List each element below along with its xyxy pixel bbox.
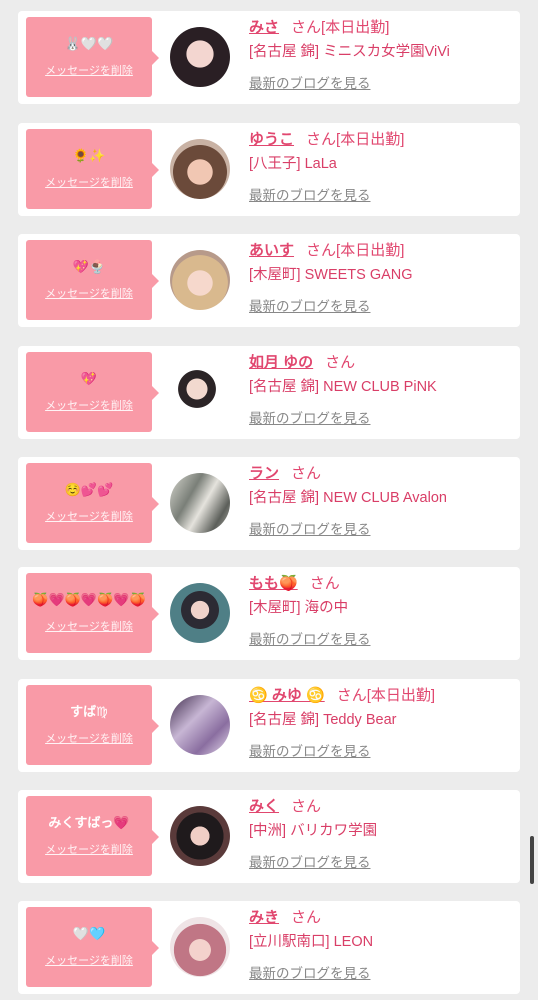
message-bubble: 🌻✨ メッセージを削除 <box>26 129 159 209</box>
message-text: 💖 <box>80 372 98 387</box>
honorific: さん <box>291 909 322 926</box>
message-text: 🍑💗🍑💗🍑💗🍑 <box>32 593 146 608</box>
honorific: さん <box>306 131 337 148</box>
cast-name-link[interactable]: 如月 ゆの <box>249 354 313 371</box>
message-text: みくすばっ💗 <box>48 816 130 831</box>
delete-message-link[interactable]: メッセージを削除 <box>45 952 133 968</box>
message-bubble: 💖 メッセージを削除 <box>26 352 159 432</box>
list-item: みくすばっ💗 メッセージを削除 みく さん [中洲] バリカワ学園 最新のブログを… <box>18 790 520 883</box>
avatar[interactable] <box>170 695 230 755</box>
message-bubble: 🤍🩵 メッセージを削除 <box>26 907 159 987</box>
blog-link[interactable]: 最新のブログを見る <box>249 851 371 871</box>
cast-name-link[interactable]: あいす <box>249 242 294 259</box>
shop-name: [名古屋 錦] Teddy Bear <box>249 712 397 728</box>
cast-name-link[interactable]: ♋ みゆ ♋ <box>249 687 325 704</box>
cast-name-link[interactable]: もも🍑 <box>249 575 298 592</box>
message-text: 🐰🤍🤍 <box>64 37 114 52</box>
blog-link[interactable]: 最新のブログを見る <box>249 740 371 760</box>
message-text: 🌻✨ <box>72 149 106 164</box>
list-item: ☺️💕💕 メッセージを削除 ラン さん [名古屋 錦] NEW CLUB Aval… <box>18 457 520 550</box>
honorific: さん <box>291 798 322 815</box>
message-text: すば♍ <box>70 705 108 720</box>
delete-message-link[interactable]: メッセージを削除 <box>45 508 133 524</box>
shop-name: [名古屋 錦] NEW CLUB Avalon <box>249 490 447 506</box>
blog-link[interactable]: 最新のブログを見る <box>249 72 371 92</box>
cast-name-link[interactable]: ゆうこ <box>249 131 294 148</box>
honorific: さん <box>306 242 337 259</box>
message-bubble: 💖🍨 メッセージを削除 <box>26 240 159 320</box>
shop-name: [中洲] バリカワ学園 <box>249 823 378 839</box>
avatar[interactable] <box>170 139 230 199</box>
blog-link[interactable]: 最新のブログを見る <box>249 184 371 204</box>
list-item: 🌻✨ メッセージを削除 ゆうこ さん[本日出勤] [八王子] LaLa 最新のブロ… <box>18 123 520 216</box>
list-item: 🍑💗🍑💗🍑💗🍑 メッセージを削除 もも🍑 さん [木屋町] 海の中 最新のブログを… <box>18 567 520 660</box>
blog-link[interactable]: 最新のブログを見る <box>249 295 371 315</box>
message-bubble: 🍑💗🍑💗🍑💗🍑 メッセージを削除 <box>26 573 159 653</box>
message-text: 💖🍨 <box>72 260 106 275</box>
honorific: さん <box>309 575 340 592</box>
avatar[interactable] <box>170 917 230 977</box>
message-bubble: みくすばっ💗 メッセージを削除 <box>26 796 159 876</box>
avatar[interactable] <box>170 27 230 87</box>
avatar[interactable] <box>170 250 230 310</box>
honorific: さん <box>291 465 322 482</box>
shop-name: [立川駅南口] LEON <box>249 934 374 950</box>
avatar[interactable] <box>170 806 230 866</box>
message-text: ☺️💕💕 <box>64 483 114 498</box>
delete-message-link[interactable]: メッセージを削除 <box>45 730 133 746</box>
avatar[interactable] <box>170 583 230 643</box>
status-badge: [本日出勤] <box>366 687 436 704</box>
cast-name-link[interactable]: みき <box>249 909 279 926</box>
list-item: 🐰🤍🤍 メッセージを削除 みさ さん[本日出勤] [名古屋 錦] ミニスカ女学園V… <box>18 11 520 104</box>
list-item: 🤍🩵 メッセージを削除 みき さん [立川駅南口] LEON 最新のブログを見る <box>18 901 520 994</box>
shop-name: [名古屋 錦] NEW CLUB PiNK <box>249 379 437 395</box>
delete-message-link[interactable]: メッセージを削除 <box>45 285 133 301</box>
delete-message-link[interactable]: メッセージを削除 <box>45 174 133 190</box>
shop-name: [八王子] LaLa <box>249 156 337 172</box>
blog-link[interactable]: 最新のブログを見る <box>249 407 371 427</box>
status-badge: [本日出勤] <box>336 131 405 148</box>
blog-link[interactable]: 最新のブログを見る <box>249 628 371 648</box>
shop-name: [木屋町] SWEETS GANG <box>249 267 413 283</box>
cast-name-link[interactable]: みく <box>249 798 279 815</box>
status-badge: [本日出勤] <box>336 242 405 259</box>
blog-link[interactable]: 最新のブログを見る <box>249 962 371 982</box>
blog-link[interactable]: 最新のブログを見る <box>249 518 371 538</box>
honorific: さん <box>291 19 322 36</box>
cast-name-link[interactable]: ラン <box>249 465 279 482</box>
shop-name: [名古屋 錦] ミニスカ女学園ViVi <box>249 44 450 60</box>
delete-message-link[interactable]: メッセージを削除 <box>45 841 133 857</box>
delete-message-link[interactable]: メッセージを削除 <box>45 397 133 413</box>
list-item: 💖🍨 メッセージを削除 あいす さん[本日出勤] [木屋町] SWEETS GAN… <box>18 234 520 327</box>
message-bubble: すば♍ メッセージを削除 <box>26 685 159 765</box>
scrollbar[interactable] <box>530 836 534 884</box>
avatar[interactable] <box>170 362 230 422</box>
message-text: 🤍🩵 <box>72 927 106 942</box>
list-item: 💖 メッセージを削除 如月 ゆの さん [名古屋 錦] NEW CLUB PiNK… <box>18 346 520 439</box>
honorific: さん <box>336 687 367 704</box>
list-item: すば♍ メッセージを削除 ♋ みゆ ♋ さん[本日出勤] [名古屋 錦] Tedd… <box>18 679 520 772</box>
avatar[interactable] <box>170 473 230 533</box>
cast-name-link[interactable]: みさ <box>249 19 279 36</box>
delete-message-link[interactable]: メッセージを削除 <box>45 62 133 78</box>
status-badge: [本日出勤] <box>321 19 390 36</box>
message-bubble: ☺️💕💕 メッセージを削除 <box>26 463 159 543</box>
shop-name: [木屋町] 海の中 <box>249 600 349 616</box>
honorific: さん <box>325 354 356 371</box>
delete-message-link[interactable]: メッセージを削除 <box>45 618 133 634</box>
message-bubble: 🐰🤍🤍 メッセージを削除 <box>26 17 159 97</box>
